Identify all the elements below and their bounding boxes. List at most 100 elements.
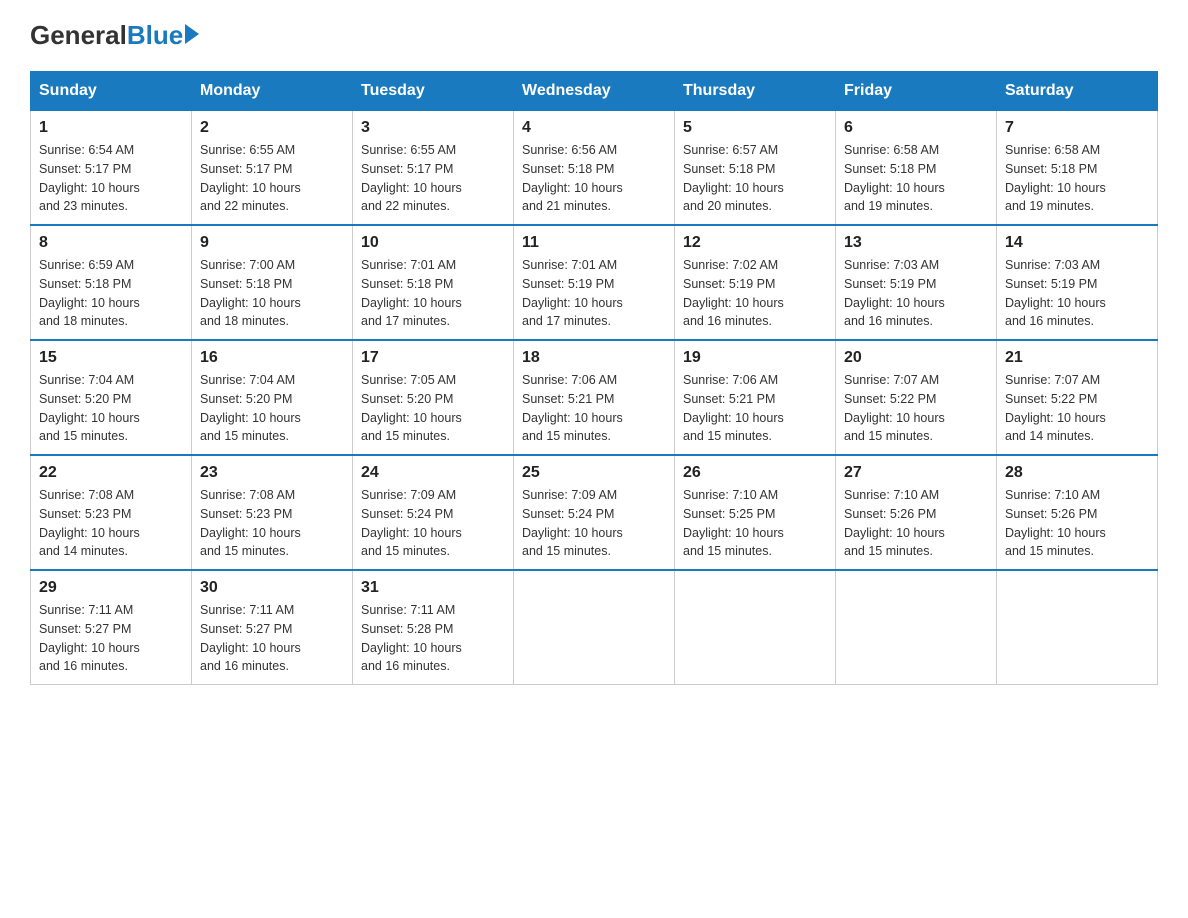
page-header: General Blue bbox=[30, 20, 1158, 51]
calendar-week-row: 8 Sunrise: 6:59 AM Sunset: 5:18 PM Dayli… bbox=[31, 225, 1158, 340]
day-number: 15 bbox=[39, 349, 183, 367]
calendar-week-row: 22 Sunrise: 7:08 AM Sunset: 5:23 PM Dayl… bbox=[31, 455, 1158, 570]
day-info: Sunrise: 7:00 AM Sunset: 5:18 PM Dayligh… bbox=[200, 256, 344, 331]
day-number: 17 bbox=[361, 349, 505, 367]
day-info: Sunrise: 7:02 AM Sunset: 5:19 PM Dayligh… bbox=[683, 256, 827, 331]
day-number: 29 bbox=[39, 579, 183, 597]
day-info: Sunrise: 7:01 AM Sunset: 5:19 PM Dayligh… bbox=[522, 256, 666, 331]
day-number: 5 bbox=[683, 119, 827, 137]
day-info: Sunrise: 7:04 AM Sunset: 5:20 PM Dayligh… bbox=[200, 371, 344, 446]
calendar-header-row: SundayMondayTuesdayWednesdayThursdayFrid… bbox=[31, 72, 1158, 111]
day-info: Sunrise: 6:57 AM Sunset: 5:18 PM Dayligh… bbox=[683, 141, 827, 216]
day-number: 30 bbox=[200, 579, 344, 597]
day-info: Sunrise: 7:11 AM Sunset: 5:28 PM Dayligh… bbox=[361, 601, 505, 676]
calendar-cell: 20 Sunrise: 7:07 AM Sunset: 5:22 PM Dayl… bbox=[836, 340, 997, 455]
day-number: 7 bbox=[1005, 119, 1149, 137]
calendar-header-monday: Monday bbox=[192, 72, 353, 111]
calendar-cell: 7 Sunrise: 6:58 AM Sunset: 5:18 PM Dayli… bbox=[997, 111, 1158, 226]
calendar-cell bbox=[514, 570, 675, 685]
logo-blue-text: Blue bbox=[127, 20, 183, 51]
calendar-cell: 2 Sunrise: 6:55 AM Sunset: 5:17 PM Dayli… bbox=[192, 111, 353, 226]
calendar-week-row: 15 Sunrise: 7:04 AM Sunset: 5:20 PM Dayl… bbox=[31, 340, 1158, 455]
day-number: 11 bbox=[522, 234, 666, 252]
calendar-cell: 27 Sunrise: 7:10 AM Sunset: 5:26 PM Dayl… bbox=[836, 455, 997, 570]
day-number: 12 bbox=[683, 234, 827, 252]
day-info: Sunrise: 6:56 AM Sunset: 5:18 PM Dayligh… bbox=[522, 141, 666, 216]
calendar-cell: 21 Sunrise: 7:07 AM Sunset: 5:22 PM Dayl… bbox=[997, 340, 1158, 455]
day-number: 9 bbox=[200, 234, 344, 252]
calendar-cell: 28 Sunrise: 7:10 AM Sunset: 5:26 PM Dayl… bbox=[997, 455, 1158, 570]
calendar-cell: 19 Sunrise: 7:06 AM Sunset: 5:21 PM Dayl… bbox=[675, 340, 836, 455]
calendar-cell: 5 Sunrise: 6:57 AM Sunset: 5:18 PM Dayli… bbox=[675, 111, 836, 226]
calendar-cell bbox=[836, 570, 997, 685]
calendar-cell: 8 Sunrise: 6:59 AM Sunset: 5:18 PM Dayli… bbox=[31, 225, 192, 340]
day-number: 14 bbox=[1005, 234, 1149, 252]
calendar-cell: 4 Sunrise: 6:56 AM Sunset: 5:18 PM Dayli… bbox=[514, 111, 675, 226]
logo-triangle-icon bbox=[185, 24, 199, 44]
day-info: Sunrise: 7:06 AM Sunset: 5:21 PM Dayligh… bbox=[522, 371, 666, 446]
day-number: 21 bbox=[1005, 349, 1149, 367]
calendar-cell: 1 Sunrise: 6:54 AM Sunset: 5:17 PM Dayli… bbox=[31, 111, 192, 226]
day-number: 13 bbox=[844, 234, 988, 252]
day-number: 24 bbox=[361, 464, 505, 482]
calendar-cell: 26 Sunrise: 7:10 AM Sunset: 5:25 PM Dayl… bbox=[675, 455, 836, 570]
day-info: Sunrise: 7:10 AM Sunset: 5:26 PM Dayligh… bbox=[1005, 486, 1149, 561]
day-number: 18 bbox=[522, 349, 666, 367]
day-number: 25 bbox=[522, 464, 666, 482]
day-info: Sunrise: 7:07 AM Sunset: 5:22 PM Dayligh… bbox=[844, 371, 988, 446]
day-info: Sunrise: 7:10 AM Sunset: 5:25 PM Dayligh… bbox=[683, 486, 827, 561]
day-number: 6 bbox=[844, 119, 988, 137]
calendar-cell bbox=[675, 570, 836, 685]
day-number: 26 bbox=[683, 464, 827, 482]
calendar-week-row: 1 Sunrise: 6:54 AM Sunset: 5:17 PM Dayli… bbox=[31, 111, 1158, 226]
day-info: Sunrise: 7:04 AM Sunset: 5:20 PM Dayligh… bbox=[39, 371, 183, 446]
day-info: Sunrise: 7:11 AM Sunset: 5:27 PM Dayligh… bbox=[39, 601, 183, 676]
calendar-header-sunday: Sunday bbox=[31, 72, 192, 111]
day-info: Sunrise: 7:08 AM Sunset: 5:23 PM Dayligh… bbox=[39, 486, 183, 561]
day-number: 22 bbox=[39, 464, 183, 482]
day-info: Sunrise: 6:58 AM Sunset: 5:18 PM Dayligh… bbox=[1005, 141, 1149, 216]
calendar-cell bbox=[997, 570, 1158, 685]
day-number: 20 bbox=[844, 349, 988, 367]
day-info: Sunrise: 7:09 AM Sunset: 5:24 PM Dayligh… bbox=[361, 486, 505, 561]
day-number: 27 bbox=[844, 464, 988, 482]
calendar-cell: 15 Sunrise: 7:04 AM Sunset: 5:20 PM Dayl… bbox=[31, 340, 192, 455]
calendar-cell: 11 Sunrise: 7:01 AM Sunset: 5:19 PM Dayl… bbox=[514, 225, 675, 340]
day-info: Sunrise: 7:09 AM Sunset: 5:24 PM Dayligh… bbox=[522, 486, 666, 561]
calendar-cell: 22 Sunrise: 7:08 AM Sunset: 5:23 PM Dayl… bbox=[31, 455, 192, 570]
calendar-cell: 17 Sunrise: 7:05 AM Sunset: 5:20 PM Dayl… bbox=[353, 340, 514, 455]
calendar-cell: 23 Sunrise: 7:08 AM Sunset: 5:23 PM Dayl… bbox=[192, 455, 353, 570]
day-number: 19 bbox=[683, 349, 827, 367]
day-number: 8 bbox=[39, 234, 183, 252]
day-info: Sunrise: 6:55 AM Sunset: 5:17 PM Dayligh… bbox=[361, 141, 505, 216]
day-number: 28 bbox=[1005, 464, 1149, 482]
calendar-cell: 6 Sunrise: 6:58 AM Sunset: 5:18 PM Dayli… bbox=[836, 111, 997, 226]
calendar-table: SundayMondayTuesdayWednesdayThursdayFrid… bbox=[30, 71, 1158, 685]
day-info: Sunrise: 7:11 AM Sunset: 5:27 PM Dayligh… bbox=[200, 601, 344, 676]
day-number: 1 bbox=[39, 119, 183, 137]
day-info: Sunrise: 7:10 AM Sunset: 5:26 PM Dayligh… bbox=[844, 486, 988, 561]
logo: General Blue bbox=[30, 20, 199, 51]
calendar-week-row: 29 Sunrise: 7:11 AM Sunset: 5:27 PM Dayl… bbox=[31, 570, 1158, 685]
calendar-cell: 24 Sunrise: 7:09 AM Sunset: 5:24 PM Dayl… bbox=[353, 455, 514, 570]
day-number: 16 bbox=[200, 349, 344, 367]
calendar-cell: 16 Sunrise: 7:04 AM Sunset: 5:20 PM Dayl… bbox=[192, 340, 353, 455]
day-info: Sunrise: 7:01 AM Sunset: 5:18 PM Dayligh… bbox=[361, 256, 505, 331]
day-number: 31 bbox=[361, 579, 505, 597]
day-number: 2 bbox=[200, 119, 344, 137]
day-info: Sunrise: 7:05 AM Sunset: 5:20 PM Dayligh… bbox=[361, 371, 505, 446]
calendar-header-wednesday: Wednesday bbox=[514, 72, 675, 111]
calendar-header-thursday: Thursday bbox=[675, 72, 836, 111]
calendar-header-friday: Friday bbox=[836, 72, 997, 111]
calendar-cell: 10 Sunrise: 7:01 AM Sunset: 5:18 PM Dayl… bbox=[353, 225, 514, 340]
calendar-cell: 13 Sunrise: 7:03 AM Sunset: 5:19 PM Dayl… bbox=[836, 225, 997, 340]
day-number: 4 bbox=[522, 119, 666, 137]
calendar-cell: 3 Sunrise: 6:55 AM Sunset: 5:17 PM Dayli… bbox=[353, 111, 514, 226]
day-info: Sunrise: 6:59 AM Sunset: 5:18 PM Dayligh… bbox=[39, 256, 183, 331]
day-info: Sunrise: 7:08 AM Sunset: 5:23 PM Dayligh… bbox=[200, 486, 344, 561]
day-info: Sunrise: 6:58 AM Sunset: 5:18 PM Dayligh… bbox=[844, 141, 988, 216]
day-number: 3 bbox=[361, 119, 505, 137]
calendar-cell: 29 Sunrise: 7:11 AM Sunset: 5:27 PM Dayl… bbox=[31, 570, 192, 685]
calendar-header-tuesday: Tuesday bbox=[353, 72, 514, 111]
day-info: Sunrise: 6:55 AM Sunset: 5:17 PM Dayligh… bbox=[200, 141, 344, 216]
